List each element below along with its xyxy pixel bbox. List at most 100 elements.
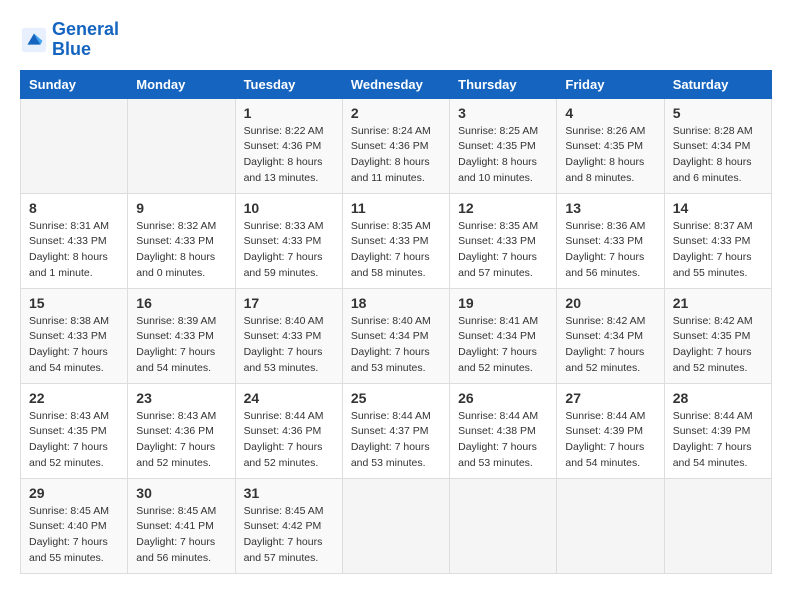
week-row-2: 8 Sunrise: 8:31 AM Sunset: 4:33 PM Dayli… bbox=[21, 193, 772, 288]
calendar-cell: 12 Sunrise: 8:35 AM Sunset: 4:33 PM Dayl… bbox=[450, 193, 557, 288]
calendar-cell: 10 Sunrise: 8:33 AM Sunset: 4:33 PM Dayl… bbox=[235, 193, 342, 288]
day-info: Sunrise: 8:43 AM Sunset: 4:35 PM Dayligh… bbox=[29, 409, 119, 472]
weekday-header-saturday: Saturday bbox=[664, 70, 771, 98]
day-info: Sunrise: 8:41 AM Sunset: 4:34 PM Dayligh… bbox=[458, 314, 548, 377]
calendar-cell bbox=[342, 478, 449, 573]
day-info: Sunrise: 8:33 AM Sunset: 4:33 PM Dayligh… bbox=[244, 219, 334, 282]
day-number: 28 bbox=[673, 390, 763, 406]
calendar-cell: 5 Sunrise: 8:28 AM Sunset: 4:34 PM Dayli… bbox=[664, 98, 771, 193]
calendar-cell: 23 Sunrise: 8:43 AM Sunset: 4:36 PM Dayl… bbox=[128, 383, 235, 478]
calendar-cell: 16 Sunrise: 8:39 AM Sunset: 4:33 PM Dayl… bbox=[128, 288, 235, 383]
calendar-cell: 20 Sunrise: 8:42 AM Sunset: 4:34 PM Dayl… bbox=[557, 288, 664, 383]
day-info: Sunrise: 8:44 AM Sunset: 4:37 PM Dayligh… bbox=[351, 409, 441, 472]
day-number: 14 bbox=[673, 200, 763, 216]
calendar-cell: 18 Sunrise: 8:40 AM Sunset: 4:34 PM Dayl… bbox=[342, 288, 449, 383]
calendar-cell: 2 Sunrise: 8:24 AM Sunset: 4:36 PM Dayli… bbox=[342, 98, 449, 193]
day-number: 30 bbox=[136, 485, 226, 501]
day-number: 2 bbox=[351, 105, 441, 121]
day-info: Sunrise: 8:36 AM Sunset: 4:33 PM Dayligh… bbox=[565, 219, 655, 282]
calendar-cell: 17 Sunrise: 8:40 AM Sunset: 4:33 PM Dayl… bbox=[235, 288, 342, 383]
weekday-header-thursday: Thursday bbox=[450, 70, 557, 98]
calendar-cell: 8 Sunrise: 8:31 AM Sunset: 4:33 PM Dayli… bbox=[21, 193, 128, 288]
calendar-cell bbox=[450, 478, 557, 573]
page-header: General Blue bbox=[20, 20, 772, 60]
day-number: 12 bbox=[458, 200, 548, 216]
day-info: Sunrise: 8:42 AM Sunset: 4:35 PM Dayligh… bbox=[673, 314, 763, 377]
calendar-cell: 28 Sunrise: 8:44 AM Sunset: 4:39 PM Dayl… bbox=[664, 383, 771, 478]
day-info: Sunrise: 8:45 AM Sunset: 4:40 PM Dayligh… bbox=[29, 504, 119, 567]
day-info: Sunrise: 8:40 AM Sunset: 4:33 PM Dayligh… bbox=[244, 314, 334, 377]
weekday-header-tuesday: Tuesday bbox=[235, 70, 342, 98]
calendar-cell: 25 Sunrise: 8:44 AM Sunset: 4:37 PM Dayl… bbox=[342, 383, 449, 478]
week-row-3: 15 Sunrise: 8:38 AM Sunset: 4:33 PM Dayl… bbox=[21, 288, 772, 383]
day-info: Sunrise: 8:44 AM Sunset: 4:38 PM Dayligh… bbox=[458, 409, 548, 472]
calendar-cell: 3 Sunrise: 8:25 AM Sunset: 4:35 PM Dayli… bbox=[450, 98, 557, 193]
calendar-cell: 13 Sunrise: 8:36 AM Sunset: 4:33 PM Dayl… bbox=[557, 193, 664, 288]
day-info: Sunrise: 8:37 AM Sunset: 4:33 PM Dayligh… bbox=[673, 219, 763, 282]
calendar-cell: 26 Sunrise: 8:44 AM Sunset: 4:38 PM Dayl… bbox=[450, 383, 557, 478]
calendar-cell: 27 Sunrise: 8:44 AM Sunset: 4:39 PM Dayl… bbox=[557, 383, 664, 478]
calendar-cell bbox=[664, 478, 771, 573]
calendar-cell: 1 Sunrise: 8:22 AM Sunset: 4:36 PM Dayli… bbox=[235, 98, 342, 193]
calendar-cell: 19 Sunrise: 8:41 AM Sunset: 4:34 PM Dayl… bbox=[450, 288, 557, 383]
day-number: 22 bbox=[29, 390, 119, 406]
day-number: 8 bbox=[29, 200, 119, 216]
day-info: Sunrise: 8:39 AM Sunset: 4:33 PM Dayligh… bbox=[136, 314, 226, 377]
logo-icon bbox=[20, 26, 48, 54]
day-info: Sunrise: 8:35 AM Sunset: 4:33 PM Dayligh… bbox=[351, 219, 441, 282]
logo: General Blue bbox=[20, 20, 119, 60]
day-info: Sunrise: 8:28 AM Sunset: 4:34 PM Dayligh… bbox=[673, 124, 763, 187]
day-number: 18 bbox=[351, 295, 441, 311]
calendar-cell: 29 Sunrise: 8:45 AM Sunset: 4:40 PM Dayl… bbox=[21, 478, 128, 573]
day-info: Sunrise: 8:26 AM Sunset: 4:35 PM Dayligh… bbox=[565, 124, 655, 187]
day-number: 5 bbox=[673, 105, 763, 121]
day-number: 23 bbox=[136, 390, 226, 406]
day-info: Sunrise: 8:44 AM Sunset: 4:36 PM Dayligh… bbox=[244, 409, 334, 472]
day-number: 21 bbox=[673, 295, 763, 311]
day-info: Sunrise: 8:45 AM Sunset: 4:42 PM Dayligh… bbox=[244, 504, 334, 567]
day-number: 24 bbox=[244, 390, 334, 406]
calendar-cell: 9 Sunrise: 8:32 AM Sunset: 4:33 PM Dayli… bbox=[128, 193, 235, 288]
calendar-cell: 22 Sunrise: 8:43 AM Sunset: 4:35 PM Dayl… bbox=[21, 383, 128, 478]
week-row-4: 22 Sunrise: 8:43 AM Sunset: 4:35 PM Dayl… bbox=[21, 383, 772, 478]
day-number: 16 bbox=[136, 295, 226, 311]
weekday-header-monday: Monday bbox=[128, 70, 235, 98]
day-info: Sunrise: 8:22 AM Sunset: 4:36 PM Dayligh… bbox=[244, 124, 334, 187]
calendar-cell bbox=[557, 478, 664, 573]
day-info: Sunrise: 8:44 AM Sunset: 4:39 PM Dayligh… bbox=[565, 409, 655, 472]
logo-text: General Blue bbox=[52, 20, 119, 60]
weekday-header-row: SundayMondayTuesdayWednesdayThursdayFrid… bbox=[21, 70, 772, 98]
day-number: 4 bbox=[565, 105, 655, 121]
weekday-header-sunday: Sunday bbox=[21, 70, 128, 98]
day-info: Sunrise: 8:35 AM Sunset: 4:33 PM Dayligh… bbox=[458, 219, 548, 282]
day-info: Sunrise: 8:38 AM Sunset: 4:33 PM Dayligh… bbox=[29, 314, 119, 377]
week-row-5: 29 Sunrise: 8:45 AM Sunset: 4:40 PM Dayl… bbox=[21, 478, 772, 573]
day-number: 27 bbox=[565, 390, 655, 406]
calendar-table: SundayMondayTuesdayWednesdayThursdayFrid… bbox=[20, 70, 772, 574]
week-row-1: 1 Sunrise: 8:22 AM Sunset: 4:36 PM Dayli… bbox=[21, 98, 772, 193]
day-number: 15 bbox=[29, 295, 119, 311]
day-number: 26 bbox=[458, 390, 548, 406]
weekday-header-friday: Friday bbox=[557, 70, 664, 98]
calendar-cell: 31 Sunrise: 8:45 AM Sunset: 4:42 PM Dayl… bbox=[235, 478, 342, 573]
day-number: 9 bbox=[136, 200, 226, 216]
day-info: Sunrise: 8:40 AM Sunset: 4:34 PM Dayligh… bbox=[351, 314, 441, 377]
day-info: Sunrise: 8:45 AM Sunset: 4:41 PM Dayligh… bbox=[136, 504, 226, 567]
day-info: Sunrise: 8:42 AM Sunset: 4:34 PM Dayligh… bbox=[565, 314, 655, 377]
day-number: 11 bbox=[351, 200, 441, 216]
calendar-cell: 11 Sunrise: 8:35 AM Sunset: 4:33 PM Dayl… bbox=[342, 193, 449, 288]
calendar-cell: 24 Sunrise: 8:44 AM Sunset: 4:36 PM Dayl… bbox=[235, 383, 342, 478]
weekday-header-wednesday: Wednesday bbox=[342, 70, 449, 98]
day-info: Sunrise: 8:44 AM Sunset: 4:39 PM Dayligh… bbox=[673, 409, 763, 472]
calendar-cell bbox=[21, 98, 128, 193]
day-number: 13 bbox=[565, 200, 655, 216]
day-info: Sunrise: 8:32 AM Sunset: 4:33 PM Dayligh… bbox=[136, 219, 226, 282]
day-number: 3 bbox=[458, 105, 548, 121]
calendar-cell: 14 Sunrise: 8:37 AM Sunset: 4:33 PM Dayl… bbox=[664, 193, 771, 288]
day-number: 20 bbox=[565, 295, 655, 311]
calendar-cell: 4 Sunrise: 8:26 AM Sunset: 4:35 PM Dayli… bbox=[557, 98, 664, 193]
day-info: Sunrise: 8:43 AM Sunset: 4:36 PM Dayligh… bbox=[136, 409, 226, 472]
day-number: 29 bbox=[29, 485, 119, 501]
day-info: Sunrise: 8:24 AM Sunset: 4:36 PM Dayligh… bbox=[351, 124, 441, 187]
calendar-cell: 15 Sunrise: 8:38 AM Sunset: 4:33 PM Dayl… bbox=[21, 288, 128, 383]
